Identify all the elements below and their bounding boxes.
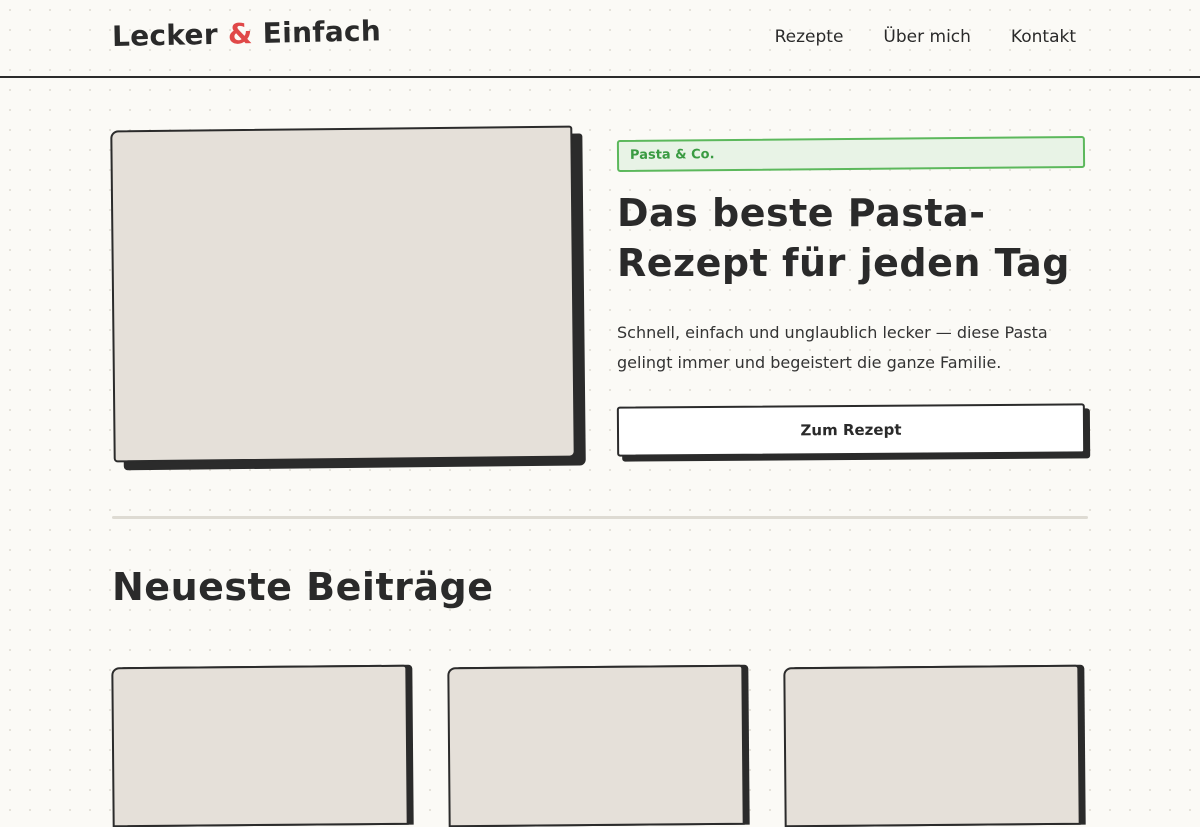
post-card-3[interactable] — [783, 664, 1081, 827]
logo-text-einfach: Einfach — [262, 14, 382, 50]
main-nav: Rezepte Über mich Kontakt — [775, 27, 1076, 47]
section-divider — [112, 516, 1088, 519]
nav-link-kontakt[interactable]: Kontakt — [1011, 27, 1076, 47]
post-card-1[interactable] — [111, 664, 409, 827]
hero-image[interactable] — [110, 125, 584, 468]
latest-posts-title: Neueste Beiträge — [112, 565, 494, 609]
nav-link-ueber-mich[interactable]: Über mich — [883, 27, 971, 47]
site-header: Lecker & Einfach Rezepte Über mich Konta… — [0, 0, 1200, 78]
hero-title: Das beste Pasta-Rezept für jeden Tag — [617, 191, 1070, 285]
site-logo[interactable]: Lecker & Einfach — [112, 14, 382, 53]
logo-ampersand: & — [227, 17, 254, 51]
logo-text-lecker: Lecker — [111, 17, 219, 53]
category-badge[interactable]: Pasta & Co. — [616, 135, 1086, 173]
zum-rezept-button[interactable]: Zum Rezept — [616, 403, 1086, 457]
hero-image-placeholder — [110, 125, 576, 463]
nav-link-rezepte[interactable]: Rezepte — [775, 27, 844, 47]
hero-description: Schnell, einfach und unglaublich lecker … — [617, 323, 1048, 372]
post-card-2[interactable] — [447, 664, 745, 827]
